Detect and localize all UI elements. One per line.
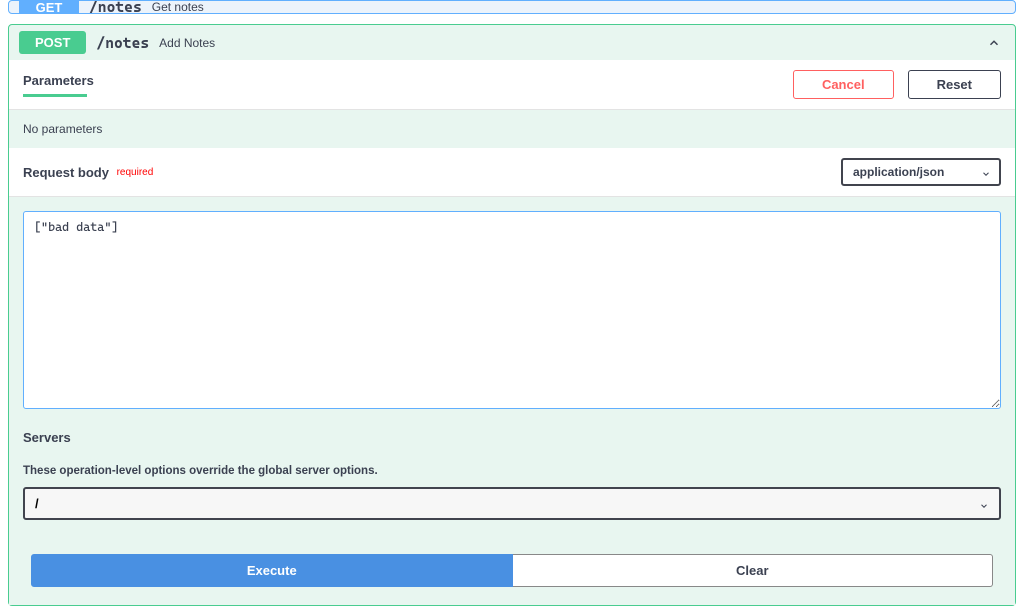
request-body-header: Request body required application/json [9,148,1015,197]
servers-description: These operation-level options override t… [23,465,1001,477]
no-parameters-text: No parameters [9,110,1015,148]
endpoint-summary: Add Notes [159,36,215,50]
endpoint-path: /notes [96,34,149,52]
clear-button[interactable]: Clear [513,554,994,587]
post-panel-header[interactable]: POST /notes Add Notes [9,25,1015,60]
endpoint-path: /notes [89,0,142,14]
servers-select-wrap: / [23,487,1001,520]
method-badge-post: POST [19,31,86,54]
endpoint-summary: Get notes [152,0,204,14]
content-type-select-wrap: application/json [841,158,1001,186]
request-body-title: Request body [23,165,109,180]
servers-title: Servers [23,430,1001,445]
request-body-area [9,197,1015,426]
required-label: required [117,167,154,178]
execute-button[interactable]: Execute [31,554,513,587]
request-body-input[interactable] [23,211,1001,409]
servers-select[interactable]: / [23,487,1001,520]
parameter-buttons: Cancel Reset [793,70,1001,99]
get-notes-panel[interactable]: GET /notes Get notes [8,0,1016,14]
reset-button[interactable]: Reset [908,70,1001,99]
post-notes-panel: POST /notes Add Notes Parameters Cancel … [8,24,1016,606]
method-badge-get: GET [19,0,79,14]
parameters-title: Parameters [23,73,94,88]
parameters-header: Parameters Cancel Reset [9,60,1015,110]
content-type-select[interactable]: application/json [841,158,1001,186]
action-buttons: Execute Clear [9,530,1015,605]
cancel-button[interactable]: Cancel [793,70,894,99]
tab-underline [23,94,87,97]
chevron-up-icon [987,36,1001,50]
servers-section: Servers These operation-level options ov… [9,426,1015,530]
